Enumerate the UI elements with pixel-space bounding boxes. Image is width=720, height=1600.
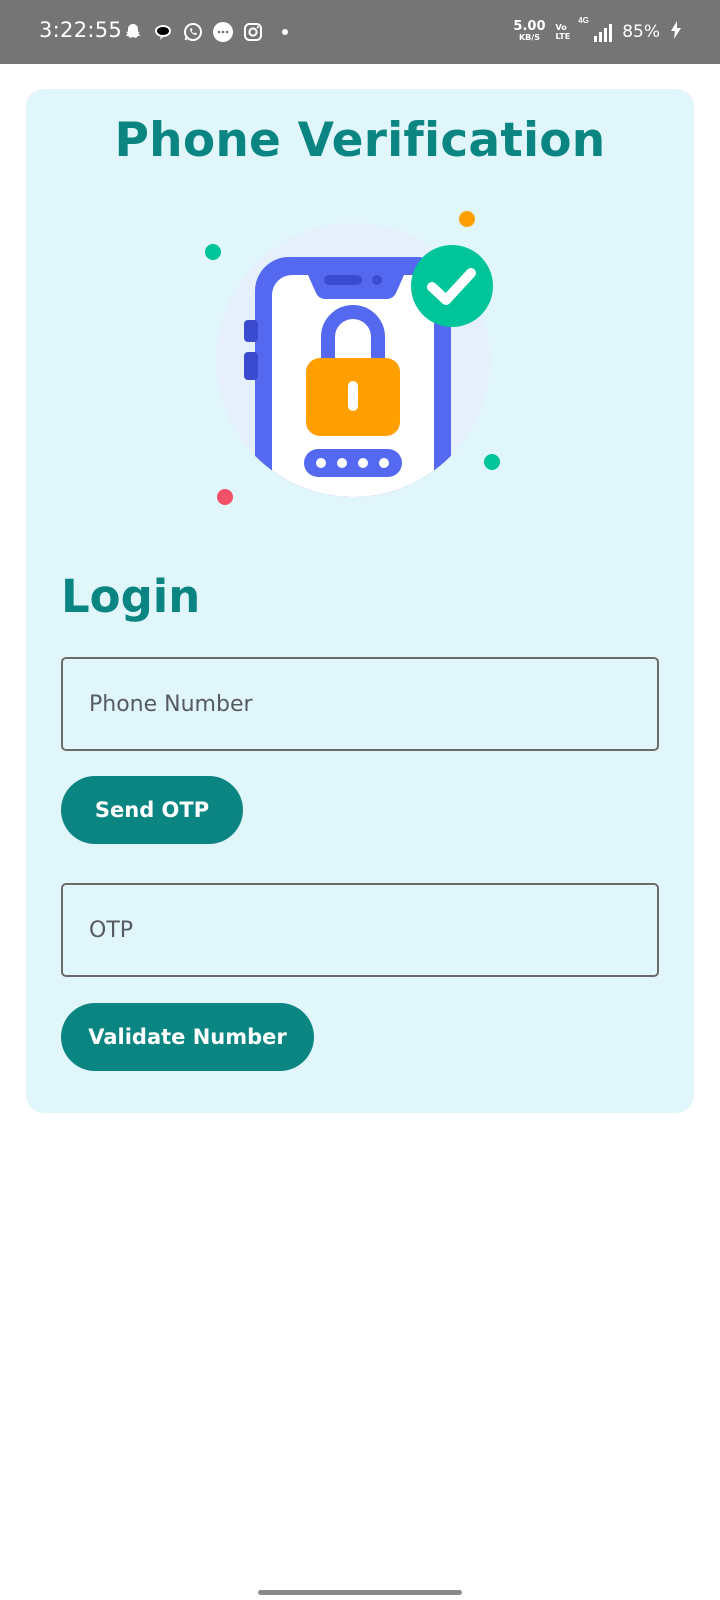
network-speed: 5.00 KB/S [513,19,546,43]
instagram-icon [242,21,264,43]
speed-value: 5.00 [513,19,546,34]
speed-unit: KB/S [518,33,540,42]
volte-bottom: LTE [555,32,571,41]
decor-dot-green-left [205,244,221,260]
messages-icon [212,21,234,43]
status-bar: 3:22:55 5.00 KB/S Vo LTE 4G 85% [0,0,720,64]
signal-icon: 4G [578,16,613,42]
otp-field[interactable] [61,883,659,977]
phone-number-field[interactable] [61,657,659,751]
notification-icons [122,20,288,44]
phone-side-button-top [244,320,258,342]
check-badge-icon [411,245,493,327]
login-heading: Login [61,570,201,623]
phone-side-button-bottom [244,352,258,380]
decor-dot-red [217,489,233,505]
status-time: 3:22:55 [39,18,123,42]
validate-number-button[interactable]: Validate Number [61,1003,314,1071]
page-title: Phone Verification [114,113,606,168]
volte-indicator: Vo LTE [556,23,571,41]
network-type: 4G [578,16,589,25]
password-dots-icon [304,449,402,477]
send-otp-button[interactable]: Send OTP [61,776,243,844]
more-notifications-dot [282,29,288,35]
snapchat-icon [122,21,144,43]
home-indicator[interactable] [258,1590,462,1595]
battery-level: 85% [622,22,660,42]
decor-dot-orange [459,211,475,227]
charging-icon [670,20,682,44]
phone-number-input[interactable] [89,691,657,717]
whatsapp-icon [182,21,204,43]
otp-input[interactable] [89,917,657,943]
volte-top: Vo [555,23,567,32]
phone-lock-illustration [200,205,520,525]
decor-dot-green-right [484,454,500,470]
chat-bubble-icon [152,21,174,43]
status-right: 5.00 KB/S Vo LTE 4G 85% [513,16,682,46]
